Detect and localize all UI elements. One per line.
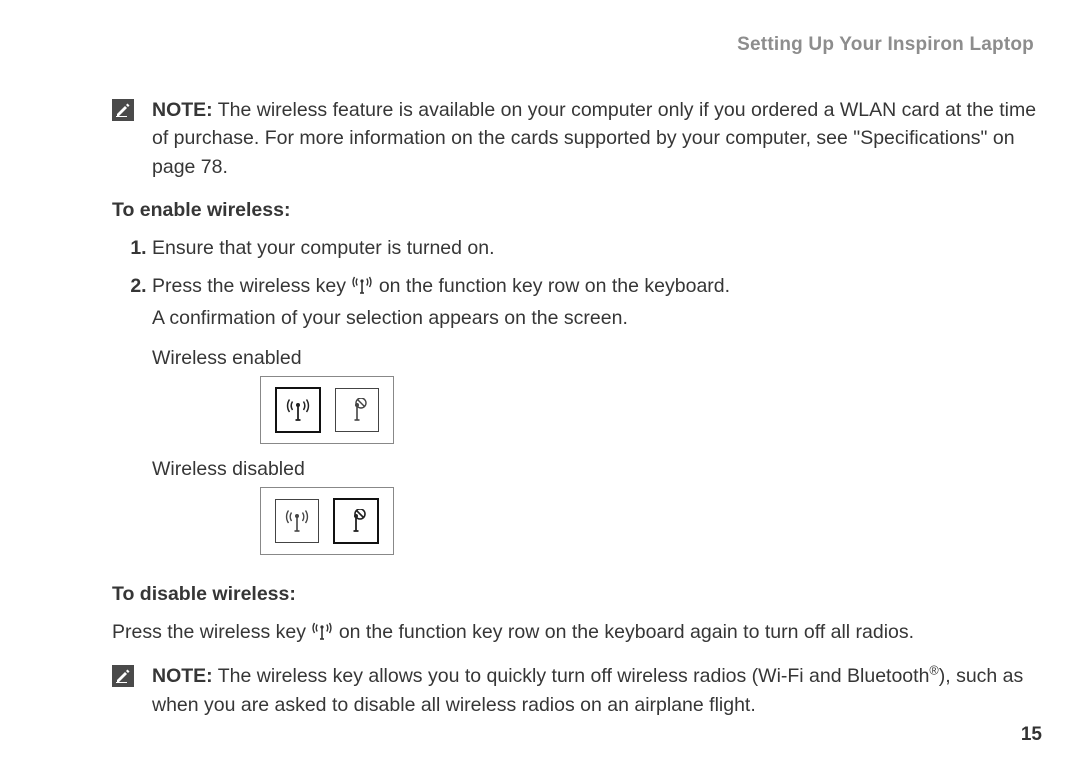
wireless-disabled-label: Wireless disabled: [152, 458, 1042, 481]
wireless-enabled-indicator: [260, 376, 394, 444]
section-header: Setting Up Your Inspiron Laptop: [112, 34, 1034, 56]
wireless-key-icon-2: [311, 620, 333, 648]
step-2-sub: A confirmation of your selection appears…: [152, 304, 1042, 332]
step-2-suffix: on the function key row on the keyboard.: [373, 275, 730, 297]
page-number: 15: [1021, 724, 1042, 746]
wireless-enabled-label: Wireless enabled: [152, 347, 1042, 370]
note-label: NOTE:: [152, 99, 213, 121]
step-2-prefix: Press the wireless key: [152, 275, 351, 297]
wireless-disabled-indicator: [260, 487, 394, 555]
antenna-off-tile-2: [333, 498, 379, 544]
disable-suffix: on the function key row on the keyboard …: [333, 621, 914, 643]
wireless-key-icon: [351, 274, 373, 302]
note-content-2: NOTE: The wireless key allows you to qui…: [152, 665, 1023, 715]
note-content: NOTE: The wireless feature is available …: [152, 99, 1036, 178]
note-label-2: NOTE:: [152, 665, 213, 687]
registered-mark: ®: [929, 664, 938, 678]
disable-heading: To disable wireless:: [112, 583, 1042, 606]
note-block-2: NOTE: The wireless key allows you to qui…: [112, 662, 1042, 719]
note-body: The wireless feature is available on you…: [152, 99, 1036, 178]
antenna-on-tile: [275, 387, 321, 433]
note-block-1: NOTE: The wireless feature is available …: [112, 96, 1042, 181]
document-page: Setting Up Your Inspiron Laptop NOTE: Th…: [0, 0, 1080, 766]
step-1: Ensure that your computer is turned on.: [152, 234, 1042, 262]
note-pencil-icon: [112, 99, 134, 121]
step-1-text: Ensure that your computer is turned on.: [152, 237, 495, 259]
note-body-2a: The wireless key allows you to quickly t…: [213, 665, 930, 687]
step-2: Press the wireless key on the function k…: [152, 272, 1042, 333]
disable-paragraph: Press the wireless key on the function k…: [112, 618, 1042, 648]
antenna-on-tile-2: [275, 499, 319, 543]
disable-prefix: Press the wireless key: [112, 621, 311, 643]
enable-steps: Ensure that your computer is turned on. …: [112, 234, 1042, 333]
note-pencil-icon-2: [112, 665, 134, 687]
enable-heading: To enable wireless:: [112, 199, 1042, 222]
antenna-off-tile: [335, 388, 379, 432]
